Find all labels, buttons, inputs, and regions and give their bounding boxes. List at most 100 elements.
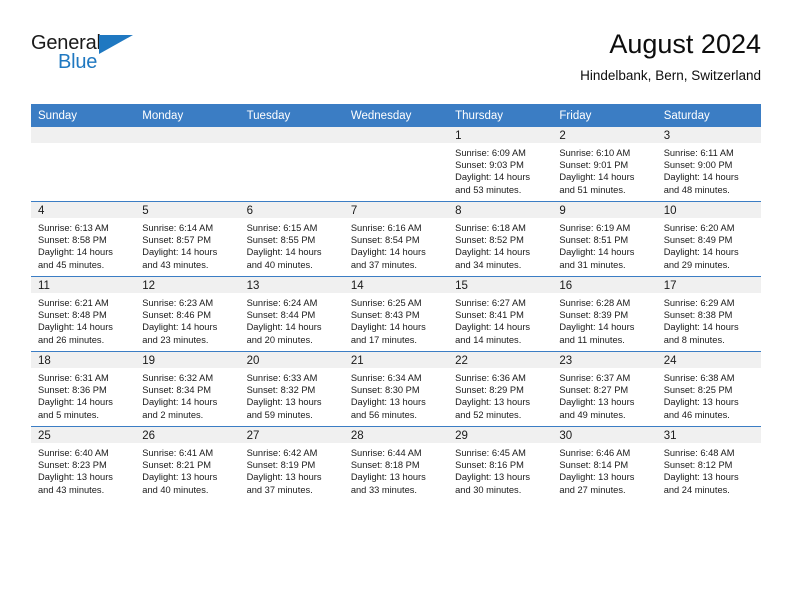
week-row: 25 Sunrise: 6:40 AM Sunset: 8:23 PM Dayligh…: [31, 426, 761, 501]
day-cell-26[interactable]: 26 Sunrise: 6:41 AM Sunset: 8:21 PM Dayligh…: [135, 426, 240, 501]
day-detail-line: Sunrise: 6:16 AM: [350, 223, 422, 233]
day-detail-line: Sunrise: 6:21 AM: [38, 298, 109, 308]
day-detail-line: and 52 minutes.: [455, 409, 522, 420]
page-header: General Blue August 2024 Hindelbank, Ber…: [31, 28, 761, 98]
week-row: 11 Sunrise: 6:21 AM Sunset: 8:48 PM Dayligh…: [31, 276, 761, 352]
day-detail-line: Sunset: 8:49 PM: [663, 235, 733, 246]
day-detail-line: Sunset: 8:19 PM: [246, 460, 316, 471]
day-cell-24[interactable]: 24 Sunrise: 6:38 AM Sunset: 8:25 PM Dayligh…: [656, 351, 761, 427]
day-number: 10: [656, 202, 761, 218]
day-detail-line: and 26 minutes.: [38, 334, 105, 345]
weekday-header-monday: Monday: [135, 104, 240, 127]
day-cell-14[interactable]: 14 Sunrise: 6:25 AM Sunset: 8:43 PM Dayligh…: [343, 276, 449, 352]
day-number: 14: [343, 277, 449, 293]
day-detail-line: and 30 minutes.: [455, 484, 522, 495]
day-cell-11[interactable]: 11 Sunrise: 6:21 AM Sunset: 8:48 PM Dayligh…: [31, 276, 136, 352]
day-cell-25[interactable]: 25 Sunrise: 6:40 AM Sunset: 8:23 PM Dayligh…: [31, 426, 136, 501]
day-cell-30[interactable]: 30 Sunrise: 6:46 AM Sunset: 8:14 PM Dayligh…: [552, 426, 657, 501]
day-cell-20[interactable]: 20 Sunrise: 6:33 AM Sunset: 8:32 PM Dayligh…: [239, 351, 344, 427]
day-detail-line: and 56 minutes.: [350, 409, 417, 420]
day-details: Sunrise: 6:32 AM Sunset: 8:34 PM Daylight:…: [135, 368, 239, 421]
day-detail-line: Daylight: 13 hours: [663, 397, 739, 408]
day-detail-line: Daylight: 13 hours: [246, 472, 322, 483]
day-details: Sunrise: 6:15 AM Sunset: 8:55 PM Daylight:…: [240, 218, 344, 271]
day-details: [135, 143, 239, 147]
weekday-header-saturday: Saturday: [656, 104, 761, 127]
day-detail-line: Sunrise: 6:46 AM: [559, 448, 631, 458]
day-detail-line: Sunrise: 6:48 AM: [663, 448, 735, 458]
day-detail-line: and 51 minutes.: [559, 184, 626, 195]
day-details: Sunrise: 6:16 AM Sunset: 8:54 PM Daylight:…: [344, 218, 448, 271]
day-cell-2[interactable]: 2 Sunrise: 6:10 AM Sunset: 9:01 PM Daylight…: [552, 127, 657, 202]
weekday-header-thursday: Thursday: [448, 104, 553, 127]
day-cell-17[interactable]: 17 Sunrise: 6:29 AM Sunset: 8:38 PM Dayligh…: [656, 276, 761, 352]
day-cell-18[interactable]: 18 Sunrise: 6:31 AM Sunset: 8:36 PM Dayligh…: [31, 351, 136, 427]
day-detail-line: Daylight: 14 hours: [350, 322, 426, 333]
day-detail-line: Sunset: 8:43 PM: [350, 310, 420, 321]
day-detail-line: Sunrise: 6:10 AM: [559, 148, 631, 158]
day-detail-line: Daylight: 14 hours: [663, 247, 739, 258]
day-details: Sunrise: 6:34 AM Sunset: 8:30 PM Daylight:…: [344, 368, 448, 421]
day-detail-line: Sunset: 8:32 PM: [246, 385, 316, 396]
day-detail-line: and 14 minutes.: [455, 334, 522, 345]
day-details: Sunrise: 6:28 AM Sunset: 8:39 PM Daylight:…: [552, 293, 656, 346]
day-detail-line: Daylight: 14 hours: [559, 247, 635, 258]
day-cell-22[interactable]: 22 Sunrise: 6:36 AM Sunset: 8:29 PM Dayligh…: [448, 351, 553, 427]
day-cell-5[interactable]: 5 Sunrise: 6:14 AM Sunset: 8:57 PM Daylight…: [135, 201, 240, 277]
day-cell-10[interactable]: 10 Sunrise: 6:20 AM Sunset: 8:49 PM Dayligh…: [656, 201, 761, 277]
day-detail-line: and 27 minutes.: [559, 484, 626, 495]
day-detail-line: Daylight: 14 hours: [350, 247, 426, 258]
day-cell-12[interactable]: 12 Sunrise: 6:23 AM Sunset: 8:46 PM Dayligh…: [135, 276, 240, 352]
day-cell-16[interactable]: 16 Sunrise: 6:28 AM Sunset: 8:39 PM Dayligh…: [552, 276, 657, 352]
day-detail-line: Sunset: 8:34 PM: [142, 385, 212, 396]
day-number: [343, 127, 449, 143]
day-number: 16: [552, 277, 657, 293]
page-title: August 2024: [609, 29, 761, 59]
day-cell-27[interactable]: 27 Sunrise: 6:42 AM Sunset: 8:19 PM Dayligh…: [239, 426, 344, 501]
day-detail-line: Sunrise: 6:25 AM: [350, 298, 422, 308]
day-number: [239, 127, 344, 143]
day-number: 5: [135, 202, 240, 218]
logo-triangle-icon: [99, 35, 133, 54]
day-cell-6[interactable]: 6 Sunrise: 6:15 AM Sunset: 8:55 PM Daylight…: [239, 201, 344, 277]
day-details: Sunrise: 6:41 AM Sunset: 8:21 PM Daylight:…: [135, 443, 239, 496]
day-details: Sunrise: 6:42 AM Sunset: 8:19 PM Daylight:…: [240, 443, 344, 496]
calendar-grid: Sunday Monday Tuesday Wednesday Thursday Frid…: [31, 104, 761, 501]
day-cell-28[interactable]: 28 Sunrise: 6:44 AM Sunset: 8:18 PM Dayligh…: [343, 426, 449, 501]
day-cell-23[interactable]: 23 Sunrise: 6:37 AM Sunset: 8:27 PM Dayligh…: [552, 351, 657, 427]
day-cell-15[interactable]: 15 Sunrise: 6:27 AM Sunset: 8:41 PM Dayligh…: [448, 276, 553, 352]
day-detail-line: Sunrise: 6:09 AM: [455, 148, 526, 158]
day-number: 19: [135, 352, 240, 368]
day-cell-1[interactable]: 1 Sunrise: 6:09 AM Sunset: 9:03 PM Daylight…: [448, 127, 553, 202]
day-detail-line: Sunset: 8:52 PM: [455, 235, 524, 246]
day-cell-21[interactable]: 21 Sunrise: 6:34 AM Sunset: 8:30 PM Dayligh…: [343, 351, 449, 427]
day-detail-line: Daylight: 13 hours: [559, 472, 635, 483]
day-detail-line: Daylight: 13 hours: [455, 397, 531, 408]
day-number: 12: [135, 277, 240, 293]
day-detail-line: Daylight: 13 hours: [559, 397, 635, 408]
day-cell-3[interactable]: 3 Sunrise: 6:11 AM Sunset: 9:00 PM Daylight…: [656, 127, 761, 202]
day-cell-19[interactable]: 19 Sunrise: 6:32 AM Sunset: 8:34 PM Dayligh…: [135, 351, 240, 427]
day-cell-29[interactable]: 29 Sunrise: 6:45 AM Sunset: 8:16 PM Dayligh…: [448, 426, 553, 501]
day-cell-9[interactable]: 9 Sunrise: 6:19 AM Sunset: 8:51 PM Daylight…: [552, 201, 657, 277]
day-details: Sunrise: 6:40 AM Sunset: 8:23 PM Daylight:…: [31, 443, 135, 496]
day-cell-13[interactable]: 13 Sunrise: 6:24 AM Sunset: 8:44 PM Dayligh…: [239, 276, 344, 352]
day-number: 4: [31, 202, 136, 218]
day-number: [135, 127, 240, 143]
day-detail-line: and 24 minutes.: [663, 484, 730, 495]
general-blue-logo[interactable]: General Blue: [31, 32, 151, 78]
day-detail-line: Daylight: 14 hours: [559, 322, 635, 333]
day-cell-4[interactable]: 4 Sunrise: 6:13 AM Sunset: 8:58 PM Daylight…: [31, 201, 136, 277]
day-detail-line: Sunrise: 6:29 AM: [663, 298, 735, 308]
day-details: [240, 143, 344, 147]
day-detail-line: Daylight: 14 hours: [663, 172, 739, 183]
weekday-header-row: Sunday Monday Tuesday Wednesday Thursday Frid…: [31, 104, 761, 127]
day-cell-31[interactable]: 31 Sunrise: 6:48 AM Sunset: 8:12 PM Dayligh…: [656, 426, 761, 501]
week-row: 18 Sunrise: 6:31 AM Sunset: 8:36 PM Dayligh…: [31, 351, 761, 427]
page-subtitle: Hindelbank, Bern, Switzerland: [580, 68, 761, 83]
day-cell-8[interactable]: 8 Sunrise: 6:18 AM Sunset: 8:52 PM Daylight…: [448, 201, 553, 277]
day-details: Sunrise: 6:44 AM Sunset: 8:18 PM Daylight:…: [344, 443, 448, 496]
day-number: 30: [552, 427, 657, 443]
day-cell-7[interactable]: 7 Sunrise: 6:16 AM Sunset: 8:54 PM Daylight…: [343, 201, 449, 277]
day-detail-line: Sunrise: 6:31 AM: [38, 373, 109, 383]
